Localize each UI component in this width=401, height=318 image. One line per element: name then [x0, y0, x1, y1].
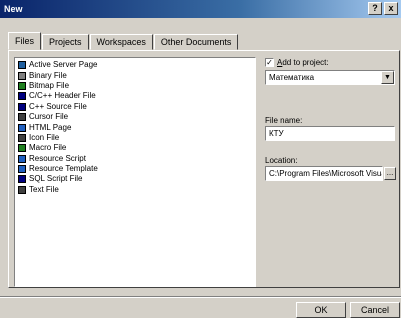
project-select-value: Математика	[269, 73, 315, 82]
list-item[interactable]: Binary File	[18, 70, 252, 80]
list-item-label: Cursor File	[29, 112, 69, 122]
list-item-label: Bitmap File	[29, 80, 70, 90]
binary-file-icon	[18, 71, 26, 80]
project-select[interactable]: Математика ▼	[265, 70, 395, 85]
list-item[interactable]: Resource Template	[18, 164, 252, 174]
tab-workspaces[interactable]: Workspaces	[89, 34, 153, 50]
chevron-down-icon[interactable]: ▼	[381, 71, 394, 84]
list-item[interactable]: SQL Script File	[18, 174, 252, 184]
source-file-icon	[18, 102, 26, 111]
icon-file-icon	[18, 133, 26, 142]
tab-other-documents[interactable]: Other Documents	[153, 34, 239, 50]
list-item-label: Resource Template	[29, 164, 98, 174]
add-to-project-checkbox[interactable]: ✓	[265, 58, 274, 67]
list-item-label: C++ Source File	[29, 101, 87, 111]
cancel-button[interactable]: Cancel	[350, 302, 400, 318]
help-button[interactable]: ?	[368, 2, 382, 15]
list-item-label: SQL Script File	[29, 174, 83, 184]
cursor-file-icon	[18, 113, 26, 122]
list-item[interactable]: HTML Page	[18, 122, 252, 132]
list-item[interactable]: Cursor File	[18, 112, 252, 122]
resource-script-icon	[18, 154, 26, 163]
tab-files[interactable]: Files	[8, 32, 42, 50]
list-item[interactable]: Text File	[18, 185, 252, 195]
list-item[interactable]: Active Server Page	[18, 60, 252, 70]
asp-icon	[18, 61, 26, 70]
list-item[interactable]: C++ Source File	[18, 102, 252, 112]
list-item[interactable]: Icon File	[18, 133, 252, 143]
file-name-input[interactable]: КТУ	[265, 126, 395, 141]
divider	[0, 296, 401, 298]
location-input[interactable]: C:\Program Files\Microsoft Visua	[265, 166, 383, 181]
html-page-icon	[18, 123, 26, 132]
resource-template-icon	[18, 165, 26, 174]
bitmap-file-icon	[18, 81, 26, 90]
browse-button[interactable]: ...	[384, 167, 396, 180]
list-item[interactable]: Macro File	[18, 143, 252, 153]
list-item-label: C/C++ Header File	[29, 91, 96, 101]
file-name-label: File name:	[265, 116, 303, 125]
ok-button[interactable]: OK	[296, 302, 346, 318]
add-to-project-label: Add to project:	[277, 58, 329, 67]
list-item[interactable]: Bitmap File	[18, 81, 252, 91]
header-file-icon	[18, 92, 26, 101]
tab-projects[interactable]: Projects	[42, 34, 89, 50]
macro-file-icon	[18, 144, 26, 153]
close-button[interactable]: x	[384, 2, 398, 15]
list-item-label: Binary File	[29, 70, 67, 80]
list-item[interactable]: Resource Script	[18, 154, 252, 164]
list-item-label: Icon File	[29, 132, 60, 142]
location-label: Location:	[265, 156, 298, 165]
list-item-label: Resource Script	[29, 153, 86, 163]
window-title: New	[4, 4, 23, 14]
tab-strip: Files Projects Workspaces Other Document…	[8, 32, 239, 50]
title-bar: New ? x	[0, 0, 401, 18]
file-type-list[interactable]: Active Server Page Binary File Bitmap File…	[14, 57, 256, 287]
list-item-label: Active Server Page	[29, 60, 98, 70]
list-item-label: Text File	[29, 184, 59, 194]
text-file-icon	[18, 185, 26, 194]
list-item-label: Macro File	[29, 143, 67, 153]
list-item[interactable]: C/C++ Header File	[18, 91, 252, 101]
sql-file-icon	[18, 175, 26, 184]
list-item-label: HTML Page	[29, 122, 72, 132]
